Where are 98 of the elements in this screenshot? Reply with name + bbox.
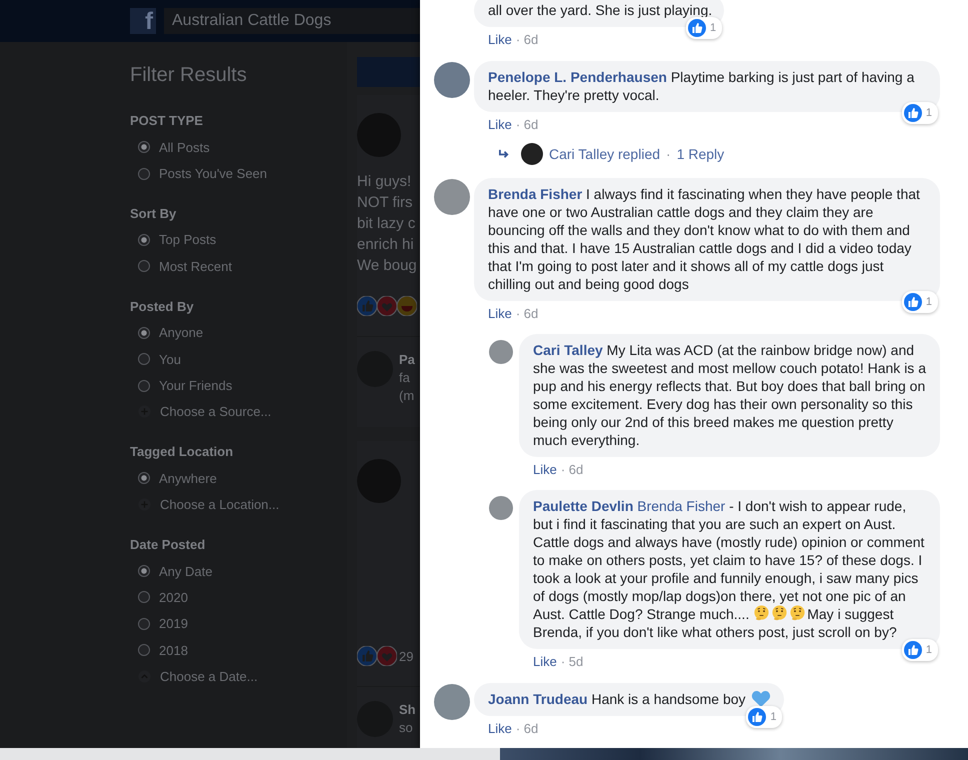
comment-text: fa (399, 369, 411, 387)
replies-count-link[interactable]: 1 Reply (676, 146, 724, 162)
thinking-face-icon (771, 605, 788, 622)
filter-option[interactable]: 2020 (159, 590, 188, 605)
reaction-badge[interactable]: 1 (746, 706, 782, 728)
radio-button[interactable] (138, 380, 150, 392)
radio-button[interactable] (138, 353, 150, 366)
like-icon (688, 19, 706, 37)
comment-author[interactable]: Pa (399, 351, 415, 369)
radio-button[interactable] (138, 234, 150, 246)
filter-option[interactable]: Most Recent (159, 258, 232, 274)
separator-dot: · (666, 146, 671, 162)
filter-option[interactable]: Anywhere (159, 470, 217, 486)
avatar (434, 179, 470, 215)
post-text: enrich hi (357, 235, 415, 255)
reaction-badge[interactable]: 1 (686, 17, 722, 39)
comment-text: Cari Talley My Lita was ACD (at the rainbow bridge now) and she was the sweetest and most mellow couch potato! Hank is a pup and his energy reflects that. But boy does that ball bring on some excitement. Every dog has their own personality so this being only our 2nd of this breed makes me question pretty much everything. (533, 341, 927, 449)
laughing-face-icon (397, 296, 417, 316)
like-icon (904, 104, 922, 122)
replies-link[interactable]: Cari Talley replied (549, 146, 660, 162)
radio-button[interactable] (138, 472, 150, 484)
post-text: Hi guys! (357, 172, 412, 192)
comment-time: · 6d (516, 116, 538, 132)
comment-text: so (399, 719, 414, 737)
comment-time: · 6d (516, 306, 538, 320)
filter-option[interactable]: 2018 (159, 642, 188, 658)
filter-option[interactable]: Choose a Location... (160, 497, 280, 512)
avatar (434, 684, 470, 720)
comment-text: (m (399, 387, 415, 405)
radio-button[interactable] (138, 565, 150, 578)
filter-option[interactable]: All Posts (159, 140, 210, 155)
radio-button[interactable] (138, 644, 150, 656)
comment-text: Penelope L. Penderhausen Playtime barking is just part of having a heeler. They're pretty vocal. (488, 68, 916, 104)
author-link[interactable]: Cari Talley (533, 342, 603, 358)
like-icon (904, 641, 922, 659)
search-field[interactable]: Australian Cattle Dogs (164, 8, 420, 34)
post-text: We boug (357, 256, 418, 276)
filter-option[interactable]: Choose a Source... (160, 404, 272, 420)
filter-option[interactable]: Posts You've Seen (159, 166, 268, 182)
section-heading: Posted By (130, 298, 195, 316)
section-heading: Sort By (130, 204, 178, 223)
reaction-badge[interactable]: 1 (902, 102, 938, 124)
author-link[interactable]: Penelope L. Penderhausen (488, 69, 667, 85)
radio-button[interactable] (138, 260, 150, 272)
section-heading: POST TYPE (130, 112, 204, 130)
comment-time: · 6d (516, 32, 538, 46)
filter-option[interactable]: Top Posts (159, 232, 216, 248)
author-link[interactable]: Brenda Fisher (488, 186, 582, 202)
feed-header-bar (357, 57, 420, 87)
radio-button[interactable] (138, 618, 150, 630)
comment-time: · 6d (560, 462, 584, 476)
post-text: bit lazy c (357, 214, 416, 234)
heart-icon (377, 646, 397, 666)
heart-icon (751, 690, 772, 708)
reaction-badge[interactable]: 1 (902, 639, 938, 661)
post-text: NOT firs (357, 193, 414, 213)
avatar (521, 143, 543, 165)
like-link[interactable]: Like (488, 116, 512, 132)
filter-option[interactable]: Anyone (159, 325, 204, 340)
filter-option[interactable]: You (159, 352, 181, 367)
like-icon (904, 293, 922, 311)
mention-link[interactable]: Brenda Fisher (637, 498, 726, 514)
comment-time: · 5d (560, 654, 584, 668)
reaction-count: 29 (399, 648, 414, 664)
filter-option[interactable]: Any Date (159, 564, 212, 579)
like-link[interactable]: Like (488, 720, 512, 736)
filter-option[interactable]: Your Friends (159, 378, 232, 394)
heart-icon (377, 296, 397, 316)
filter-option[interactable]: 2019 (159, 616, 188, 632)
comment-text: Brenda Fisher I always find it fascinating when they have people that have one or two Australian cattle dogs and they claim they are bouncing off the walls and they don't know what to do with them and this and that. I have 15 Australian cattle dogs and I did a video today that I'm going to post later and it shows all of my cattle dogs just chilling out and being good dogs (488, 185, 921, 293)
avatar (434, 62, 470, 98)
comment-text: Joann Trudeau Hank is a handsome boy (488, 690, 772, 708)
logo-icon[interactable]: f (130, 8, 156, 34)
author-link[interactable]: Joann Trudeau (488, 691, 588, 707)
comment-time: · 6d (516, 720, 538, 736)
filter-title: Filter Results (130, 64, 248, 88)
section-heading: Date Posted (130, 536, 206, 554)
avatar (489, 496, 513, 520)
thinking-face-icon (753, 605, 770, 622)
reply-arrow-icon (498, 148, 511, 160)
radio-button[interactable] (138, 326, 150, 339)
radio-button[interactable] (138, 168, 150, 180)
thinking-face-icon (789, 605, 806, 622)
reaction-badge[interactable]: 1 (902, 291, 938, 313)
avatar (489, 340, 513, 364)
section-heading: Tagged Location (130, 443, 234, 462)
like-link[interactable]: Like (488, 306, 512, 320)
like-icon (748, 708, 766, 726)
author-link[interactable]: Paulette Devlin (533, 498, 634, 514)
comment-author[interactable]: Sh (399, 701, 416, 719)
like-link[interactable]: Like (488, 32, 512, 46)
radio-button[interactable] (138, 141, 150, 154)
filter-option[interactable]: Choose a Date... (160, 669, 258, 684)
comment-text: all over the yard. She is just playing. (488, 1, 712, 19)
like-link[interactable]: Like (533, 462, 557, 476)
like-link[interactable]: Like (533, 654, 557, 668)
comment-text: Paulette Devlin Brenda Fisher - I don't wish to appear rude, but i find it fascinating that you are such an expert on Aust. Cattle dogs and always have (mostly rude) opinion or comment to make on others posts, yet claim to have 15? of these dogs. I took a look at your profile and funnily enough, i saw many pics of dogs (mostly mop/lap dogs)on there, yet not one pic of an Aust. Cattle Dog? Strange much.... May i suggest Brenda, if you don't like what others post, just scroll on by? (533, 497, 926, 641)
radio-button[interactable] (138, 591, 150, 604)
